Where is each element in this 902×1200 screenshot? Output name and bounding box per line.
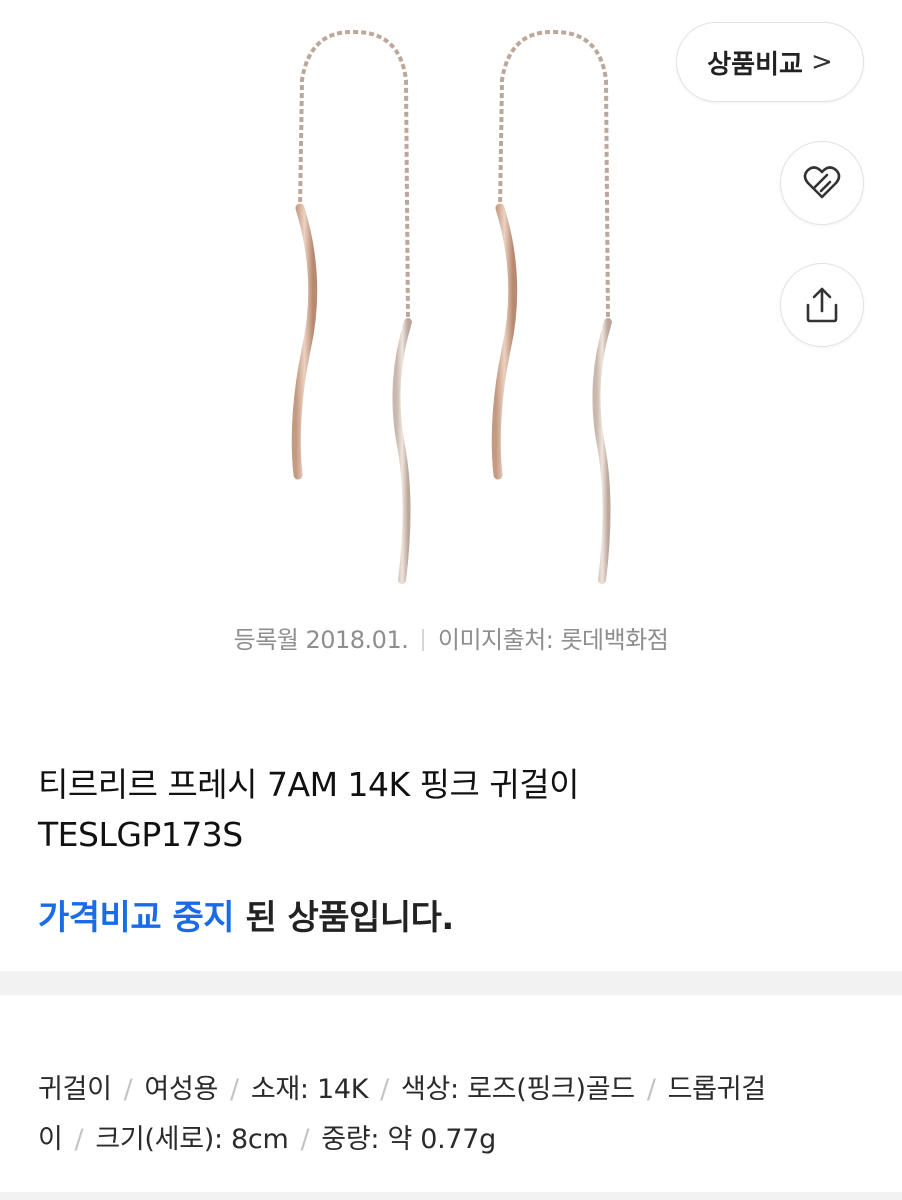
product-specs: 귀걸이 / 여성용 / 소재: 14K / 색상: 로즈(핑크)골드 / 드롭귀걸 이 / 크기(세로… [38,1074,766,1155]
product-image[interactable] [250,20,650,600]
meta-divider [422,629,424,651]
product-model-code: TESLGP173S [38,815,243,854]
spec-item: 색상: 로즈(핑크)골드 [400,1074,635,1105]
heart-icon [803,166,841,199]
product-title: 티르리르 프레시 7AM 14K 핑크 귀걸이 TESLGP173S [38,760,858,860]
image-source: 이미지출처: 롯데백화점 [437,626,669,654]
image-meta: 등록월 2018.01. 이미지출처: 롯데백화점 [0,620,902,655]
price-compare-status: 가격비교 중지 된 상품입니다. [38,890,454,939]
spec-item: 여성용 [144,1074,219,1105]
spec-item-wrap: 이 [38,1124,63,1155]
registered-date: 등록월 2018.01. [233,626,409,654]
section-divider [0,971,902,995]
share-icon [806,287,838,323]
spec-item: 귀걸이 [38,1074,112,1105]
compare-button[interactable]: 상품비교 > [676,22,864,102]
spec-item: 소재: 14K [250,1074,369,1105]
product-title-name: 티르리르 프레시 7AM 14K 핑크 귀걸이 [38,765,579,804]
compare-button-label: 상품비교 [707,49,803,80]
earring-left [291,29,412,584]
product-hero: 상품비교 > 등록월 2018.01. 이미지출처: 롯데백화점 [0,0,902,700]
favorite-button[interactable] [780,141,864,225]
spec-item: 크기(세로): 8cm [95,1124,289,1155]
status-highlight: 가격비교 중지 [38,898,235,938]
spec-item: 중량: 약 0.77g [321,1124,497,1155]
spec-item: 드롭귀걸 [667,1074,766,1105]
share-button[interactable] [780,263,864,347]
status-rest: 된 상품입니다. [234,898,454,938]
earring-right [491,29,612,584]
bottom-divider [0,1192,902,1200]
chevron-right-icon: > [810,47,833,77]
